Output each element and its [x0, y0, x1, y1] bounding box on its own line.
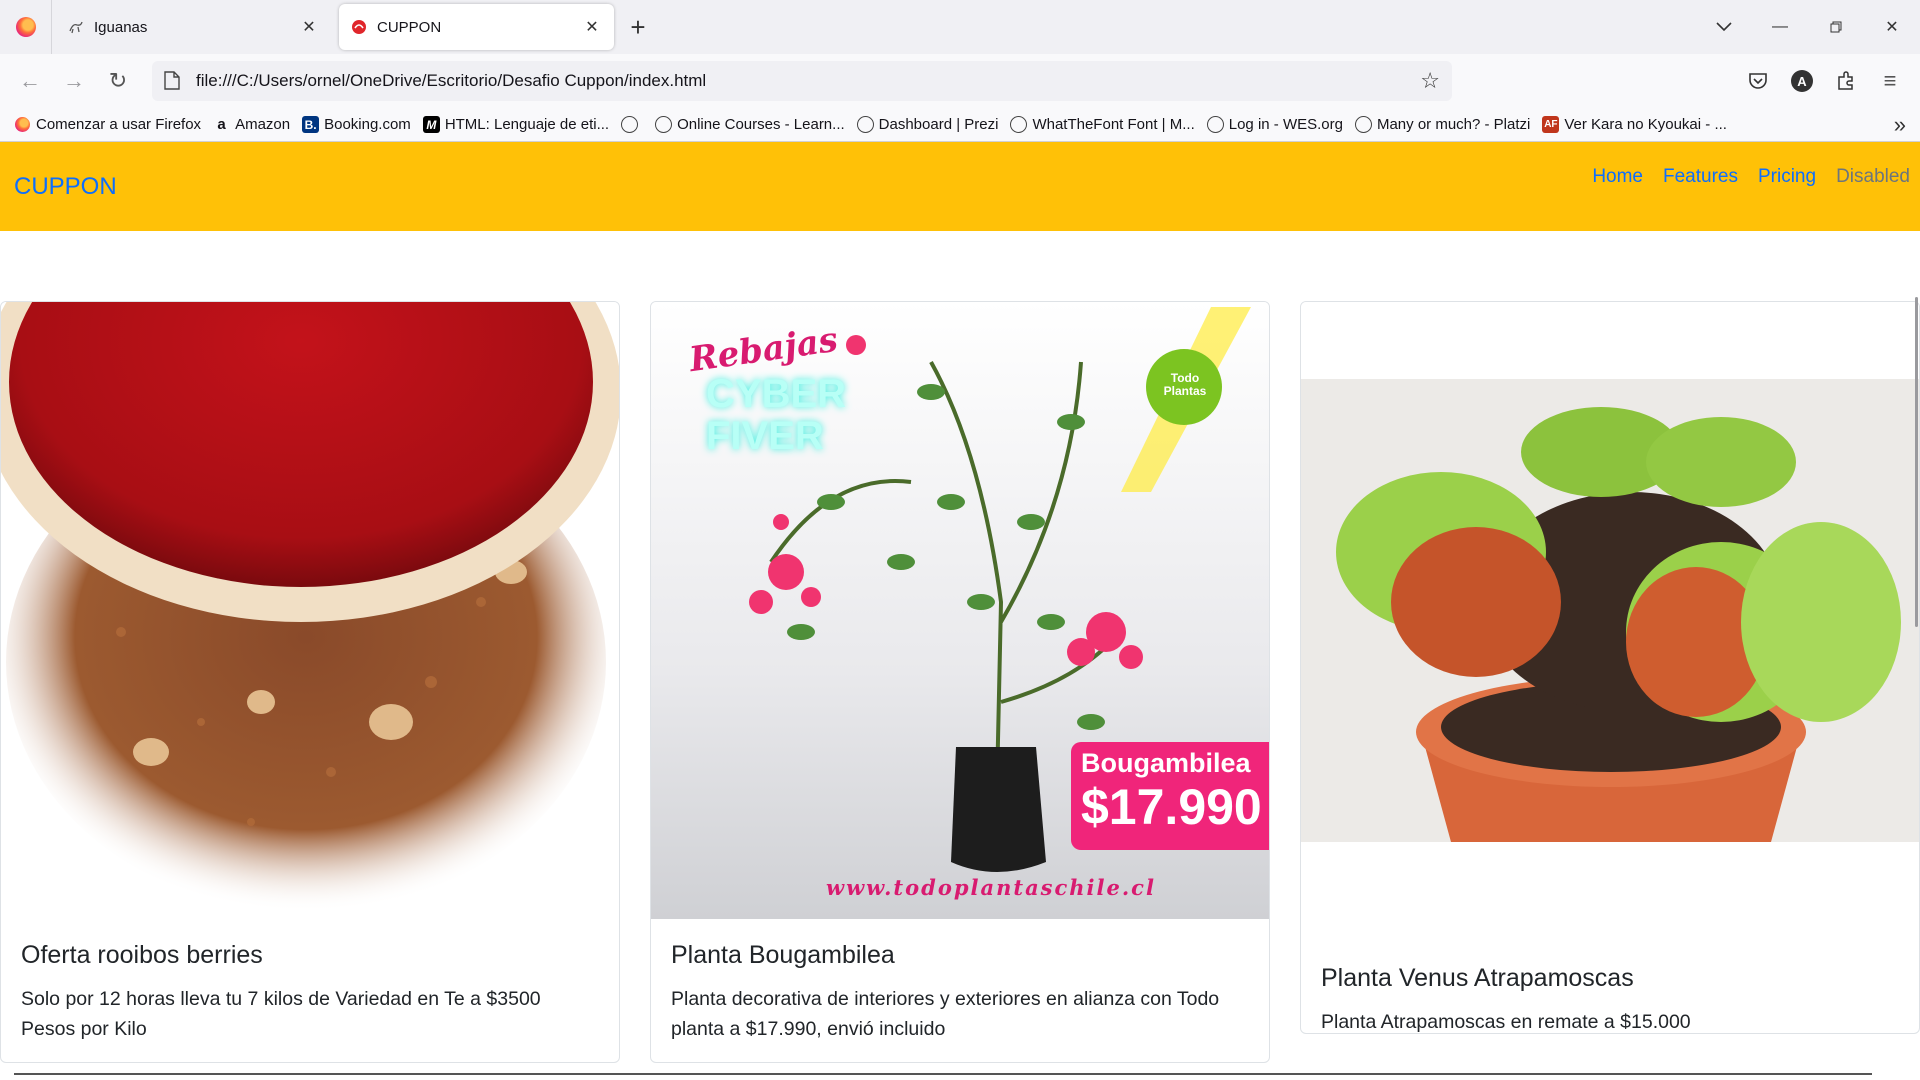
bookmark-label: HTML: Lenguaje de eti...: [444, 116, 610, 133]
nav-features[interactable]: Features: [1663, 166, 1738, 188]
account-icon[interactable]: A: [1780, 61, 1824, 101]
reload-icon[interactable]: ↻: [96, 61, 140, 101]
card-text: Planta decorativa de interiores y exteri…: [671, 988, 1220, 1040]
window-controls: — ✕: [1696, 0, 1920, 54]
close-window-icon[interactable]: ✕: [1864, 0, 1920, 54]
avatar: A: [1791, 70, 1813, 92]
bookmark-item[interactable]: Many or much? - Platzi: [1354, 116, 1531, 133]
card-title: Oferta rooibos berries: [21, 941, 263, 969]
rooibos-tea-image: [1, 302, 619, 919]
tab-title: CUPPON: [377, 18, 442, 36]
globe-icon: [1206, 116, 1224, 133]
brand-link[interactable]: CUPPON: [14, 173, 117, 201]
iguana-favicon-icon: [68, 19, 84, 35]
url-text: file:///C:/Users/ornel/OneDrive/Escritor…: [196, 71, 707, 90]
promo-cyber: CYBER: [706, 372, 847, 416]
bookmark-item[interactable]: [621, 116, 643, 133]
promo-website: www.todoplantaschile.cl: [826, 875, 1156, 900]
amazon-icon: a: [217, 116, 226, 133]
globe-icon: [856, 116, 874, 133]
card-title: Planta Bougambilea: [671, 941, 895, 969]
url-bar[interactable]: file:///C:/Users/ornel/OneDrive/Escritor…: [152, 61, 1452, 101]
card-body: Planta Bougambilea Planta decorativa de …: [651, 919, 1269, 1062]
bookmark-item[interactable]: B. Booking.com: [302, 116, 411, 133]
product-card: Rebajas CYBER FIVER Todo Plantas Bougamb…: [650, 301, 1270, 1063]
app-menu-icon[interactable]: ≡: [1868, 61, 1912, 101]
price-tag: Bougambilea $17.990: [1071, 742, 1269, 850]
section-divider: [14, 1073, 1872, 1075]
bougainvillea-plant-image: Rebajas CYBER FIVER Todo Plantas Bougamb…: [651, 302, 1269, 919]
page-icon: [164, 71, 182, 91]
firefox-icon: [14, 116, 31, 133]
close-tab-icon[interactable]: ✕: [582, 17, 602, 37]
bookmark-item[interactable]: WhatTheFont Font | M...: [1010, 116, 1195, 133]
bookmark-label: Ver Kara no Kyoukai - ...: [1564, 116, 1727, 133]
bookmark-label: Amazon: [235, 116, 291, 133]
bookmark-label: WhatTheFont Font | M...: [1032, 116, 1195, 133]
bookmark-label: Comenzar a usar Firefox: [36, 116, 202, 133]
new-tab-button[interactable]: +: [618, 4, 658, 50]
cuppon-favicon-icon: [351, 19, 367, 35]
chevron-more-icon[interactable]: »: [1894, 112, 1906, 138]
back-icon[interactable]: ←: [8, 61, 52, 101]
nav-disabled: Disabled: [1836, 166, 1910, 187]
extensions-icon[interactable]: [1824, 61, 1868, 101]
product-card: Planta Venus Atrapamoscas Planta Atrapam…: [1300, 301, 1920, 1034]
bookmark-item[interactable]: M HTML: Lenguaje de eti...: [422, 116, 610, 133]
firefox-menu-button[interactable]: [0, 0, 52, 54]
bookmark-star-icon[interactable]: ☆: [1420, 68, 1440, 94]
tab-title: Iguanas: [94, 18, 148, 36]
bookmark-item[interactable]: Dashboard | Prezi: [856, 116, 999, 133]
globe-icon: [1010, 116, 1028, 133]
bookmark-label: Log in - WES.org: [1228, 116, 1343, 133]
card-body: Planta Venus Atrapamoscas Planta Atrapam…: [1301, 942, 1919, 1033]
tab-cuppon[interactable]: CUPPON ✕: [339, 4, 614, 50]
card-title: Planta Venus Atrapamoscas: [1321, 964, 1634, 992]
globe-icon: [1354, 116, 1372, 133]
firefox-icon: [15, 17, 36, 37]
card-text: Planta Atrapamoscas en remate a $15.000: [1321, 1011, 1691, 1033]
bookmark-label: Many or much? - Platzi: [1376, 116, 1531, 133]
card-body: Oferta rooibos berries Solo por 12 horas…: [1, 919, 619, 1062]
bookmark-item[interactable]: AF Ver Kara no Kyoukai - ...: [1542, 116, 1727, 133]
nav-links: Home Features Pricing Disabled: [1572, 166, 1910, 188]
mdn-icon: M: [422, 116, 440, 133]
page-viewport: CUPPON Home Features Pricing Disabled Of…: [0, 142, 1920, 1080]
globe-icon: [655, 116, 673, 133]
forward-icon[interactable]: →: [52, 61, 96, 101]
pocket-icon[interactable]: [1736, 61, 1780, 101]
bookmark-item[interactable]: Online Courses - Learn...: [655, 116, 845, 133]
bookmarks-toolbar: Comenzar a usar Firefox a Amazon B. Book…: [0, 108, 1920, 142]
globe-icon: [621, 116, 639, 133]
nav-home[interactable]: Home: [1592, 166, 1643, 188]
nav-pricing[interactable]: Pricing: [1758, 166, 1816, 188]
navigation-toolbar: ← → ↻ file:///C:/Users/ornel/OneDrive/Es…: [0, 54, 1920, 108]
venus-flytrap-image: [1301, 302, 1919, 919]
tab-bar: Iguanas ✕ CUPPON ✕ + — ✕: [0, 0, 1920, 54]
todo-plantas-badge: Todo Plantas: [1163, 371, 1207, 398]
bookmark-item[interactable]: Log in - WES.org: [1206, 116, 1343, 133]
close-tab-icon[interactable]: ✕: [299, 17, 319, 37]
site-navbar: CUPPON Home Features Pricing Disabled: [0, 142, 1920, 231]
bookmark-item[interactable]: a Amazon: [213, 116, 290, 133]
bookmark-item[interactable]: Comenzar a usar Firefox: [14, 116, 201, 133]
price-tag-price: $17.990: [1081, 779, 1262, 835]
tab-iguanas[interactable]: Iguanas ✕: [56, 4, 331, 50]
bookmark-label: Online Courses - Learn...: [677, 116, 845, 133]
restore-icon[interactable]: [1808, 0, 1864, 54]
card-text: Solo por 12 horas lleva tu 7 kilos de Va…: [21, 988, 541, 1040]
price-tag-product: Bougambilea: [1081, 748, 1251, 778]
bookmark-label: Booking.com: [324, 116, 411, 133]
product-card: Oferta rooibos berries Solo por 12 horas…: [0, 301, 620, 1063]
page-scrollbar[interactable]: [1915, 297, 1918, 627]
promo-fiver: FIVER: [706, 414, 824, 458]
bookmark-label: Dashboard | Prezi: [878, 116, 999, 133]
animeflv-icon: AF: [1542, 116, 1560, 133]
minimize-icon[interactable]: —: [1752, 0, 1808, 54]
list-all-tabs-icon[interactable]: [1696, 0, 1752, 54]
booking-icon: B.: [302, 116, 320, 133]
